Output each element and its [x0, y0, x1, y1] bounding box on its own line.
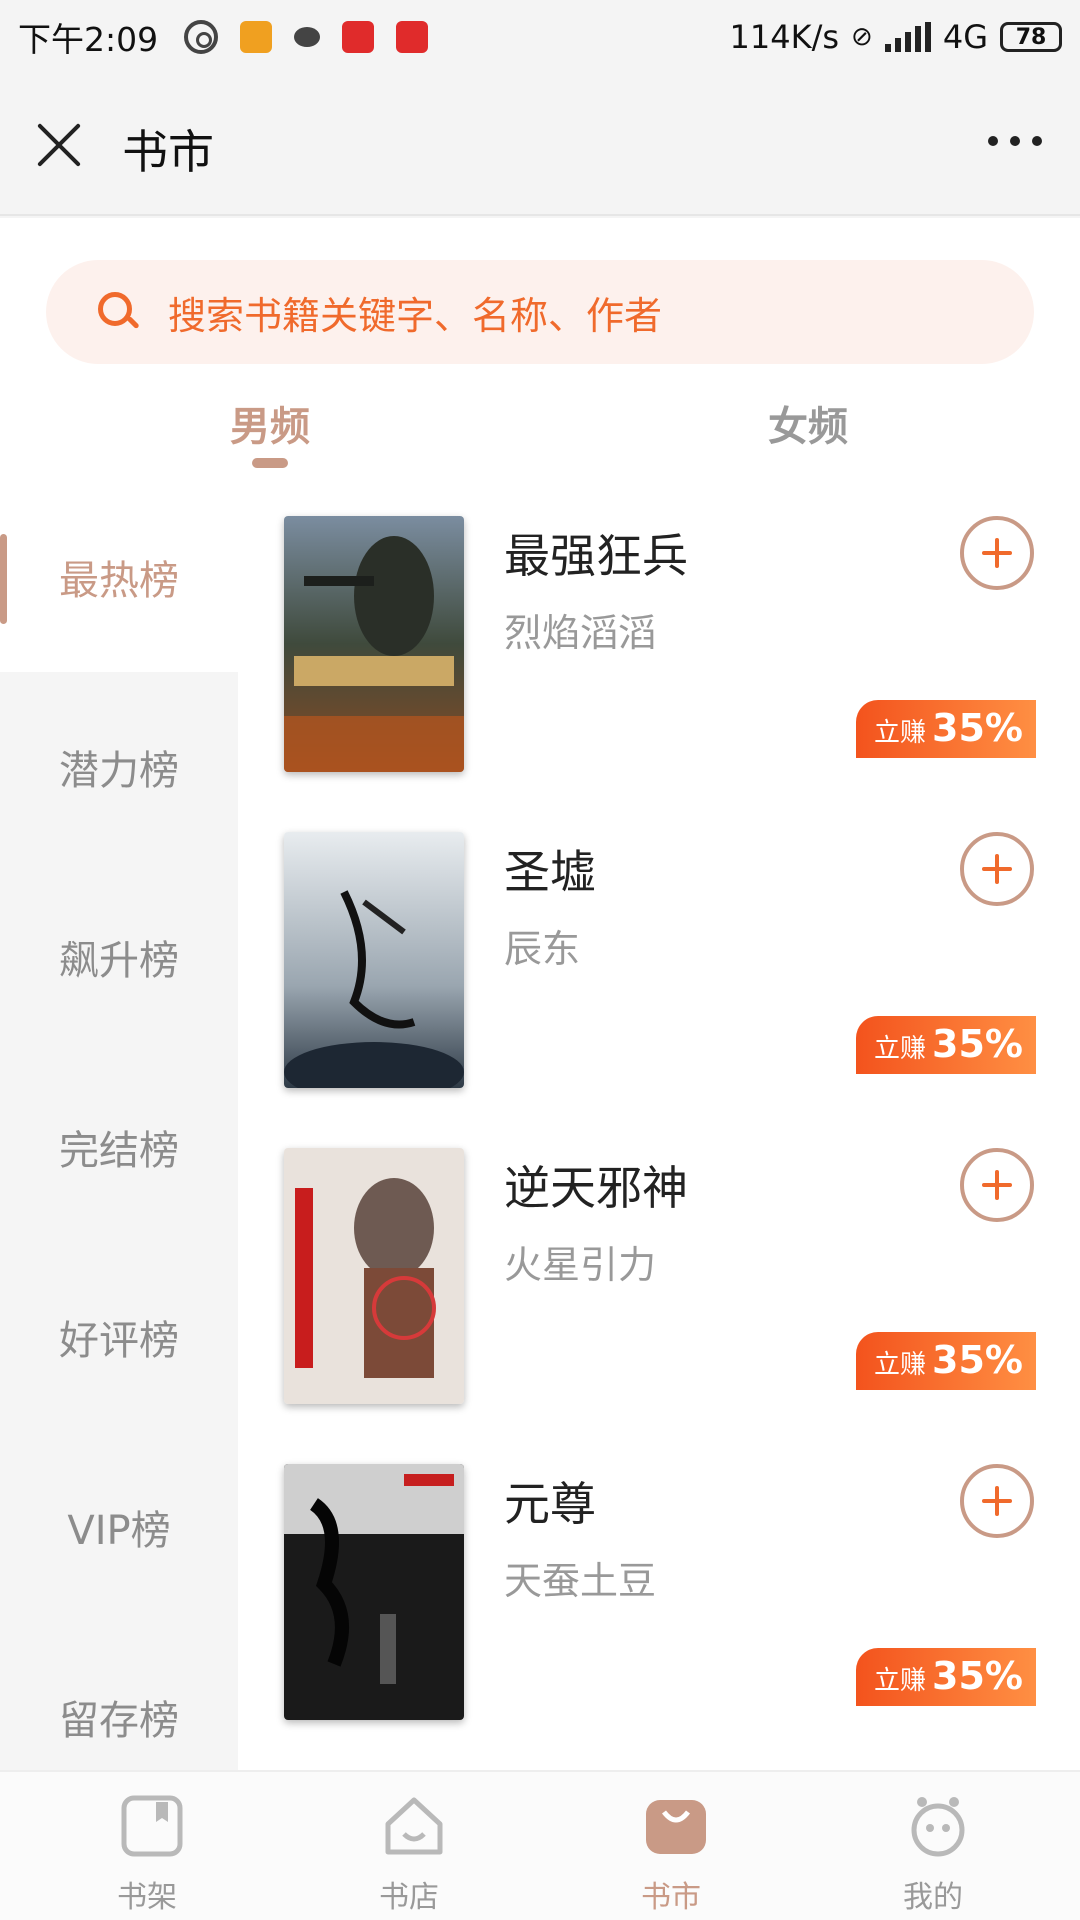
book-cover[interactable] [284, 832, 464, 1088]
earn-value: 35% [932, 1654, 1023, 1698]
gender-tabs: 男频 女频 [0, 394, 1080, 474]
earn-badge: 立赚 35% [856, 1332, 1036, 1390]
battery-icon: 78 [1000, 22, 1062, 52]
signal-icon [884, 22, 931, 52]
earn-value: 35% [932, 1022, 1023, 1066]
netease-music-icon [184, 20, 219, 54]
tab-female[interactable]: 女频 [768, 394, 848, 452]
search-input[interactable]: 搜索书籍关键字、名称、作者 [46, 260, 1034, 364]
earn-label: 立赚 [874, 1350, 927, 1380]
earn-badge: 立赚 35% [856, 1016, 1036, 1074]
add-book-button[interactable] [960, 516, 1034, 590]
status-time: 下午2:09 [18, 20, 159, 59]
nav-bookshelf[interactable]: 书架 [12, 1772, 282, 1920]
page-title: 书市 [122, 125, 214, 179]
bookshelf-icon [121, 1795, 183, 1857]
rank-well-reviewed[interactable]: 好评榜 [0, 1242, 238, 1432]
link-icon: ⊘ [851, 22, 873, 52]
close-icon[interactable] [34, 120, 84, 170]
nav-label: 书市 [641, 1880, 701, 1915]
free-app-icon [240, 21, 273, 53]
add-book-button[interactable] [960, 832, 1034, 906]
book-cover[interactable] [284, 516, 464, 772]
red-app-icon-2 [396, 21, 429, 53]
book-author: 烈焰滔滔 [504, 611, 657, 655]
earn-badge: 立赚 35% [856, 1648, 1036, 1706]
nav-label: 书架 [117, 1880, 177, 1915]
active-tab-indicator [252, 458, 288, 468]
nav-profile[interactable]: 我的 [798, 1772, 1068, 1920]
add-book-button[interactable] [960, 1464, 1034, 1538]
rank-rising[interactable]: 飙升榜 [0, 862, 238, 1052]
rank-completed[interactable]: 完结榜 [0, 1052, 238, 1242]
book-title: 逆天邪神 [504, 1161, 688, 1215]
rank-hot[interactable]: 最热榜 [0, 482, 238, 672]
network-speed: 114K/s [729, 18, 840, 56]
title-bar: 书市 [0, 74, 1080, 216]
earn-badge: 立赚 35% [856, 700, 1036, 758]
nav-label: 我的 [903, 1880, 963, 1915]
store-home-icon [385, 1797, 443, 1855]
rank-vip[interactable]: VIP榜 [0, 1432, 238, 1622]
bottom-nav: 书架 书店 书市 我的 [0, 1770, 1080, 1920]
book-author: 火星引力 [504, 1243, 657, 1287]
book-item[interactable]: 最强狂兵 烈焰滔滔 立赚 35% [238, 516, 1080, 830]
more-options-icon[interactable] [988, 136, 1042, 146]
nav-market[interactable]: 书市 [536, 1772, 806, 1920]
book-item[interactable]: 元尊 天蚕土豆 立赚 35% [238, 1464, 1080, 1778]
search-placeholder: 搜索书籍关键字、名称、作者 [168, 293, 663, 338]
profile-face-icon [911, 1797, 965, 1857]
book-cover[interactable] [284, 1464, 464, 1720]
nav-store[interactable]: 书店 [274, 1772, 544, 1920]
nav-label: 书店 [379, 1880, 439, 1915]
book-title: 圣墟 [504, 845, 596, 899]
red-app-icon [342, 21, 375, 53]
book-author: 辰东 [504, 927, 581, 971]
market-bag-icon [646, 1800, 706, 1854]
earn-value: 35% [932, 706, 1023, 750]
book-title: 元尊 [504, 1477, 596, 1531]
search-icon [98, 292, 140, 332]
rank-sidebar: 最热榜 潜力榜 飙升榜 完结榜 好评榜 VIP榜 留存榜 [0, 482, 238, 1770]
book-author: 天蚕土豆 [504, 1559, 657, 1603]
tab-male[interactable]: 男频 [230, 394, 310, 452]
book-title: 最强狂兵 [504, 529, 688, 583]
notification-dot-icon [294, 27, 321, 47]
earn-label: 立赚 [874, 1666, 927, 1696]
earn-label: 立赚 [874, 718, 927, 748]
book-item[interactable]: 圣墟 辰东 立赚 35% [238, 832, 1080, 1146]
earn-value: 35% [932, 1338, 1023, 1382]
status-right: 114K/s ⊘ 4G 78 [730, 18, 1062, 56]
rank-potential[interactable]: 潜力榜 [0, 672, 238, 862]
network-type: 4G [942, 18, 988, 56]
book-cover[interactable] [284, 1148, 464, 1404]
book-item[interactable]: 逆天邪神 火星引力 立赚 35% [238, 1148, 1080, 1462]
status-bar: 下午2:09 114K/s ⊘ 4G 78 [0, 0, 1080, 74]
earn-label: 立赚 [874, 1034, 927, 1064]
main-content: 搜索书籍关键字、名称、作者 男频 女频 最热榜 潜力榜 飙升榜 完结榜 好评榜 … [0, 218, 1080, 1770]
add-book-button[interactable] [960, 1148, 1034, 1222]
